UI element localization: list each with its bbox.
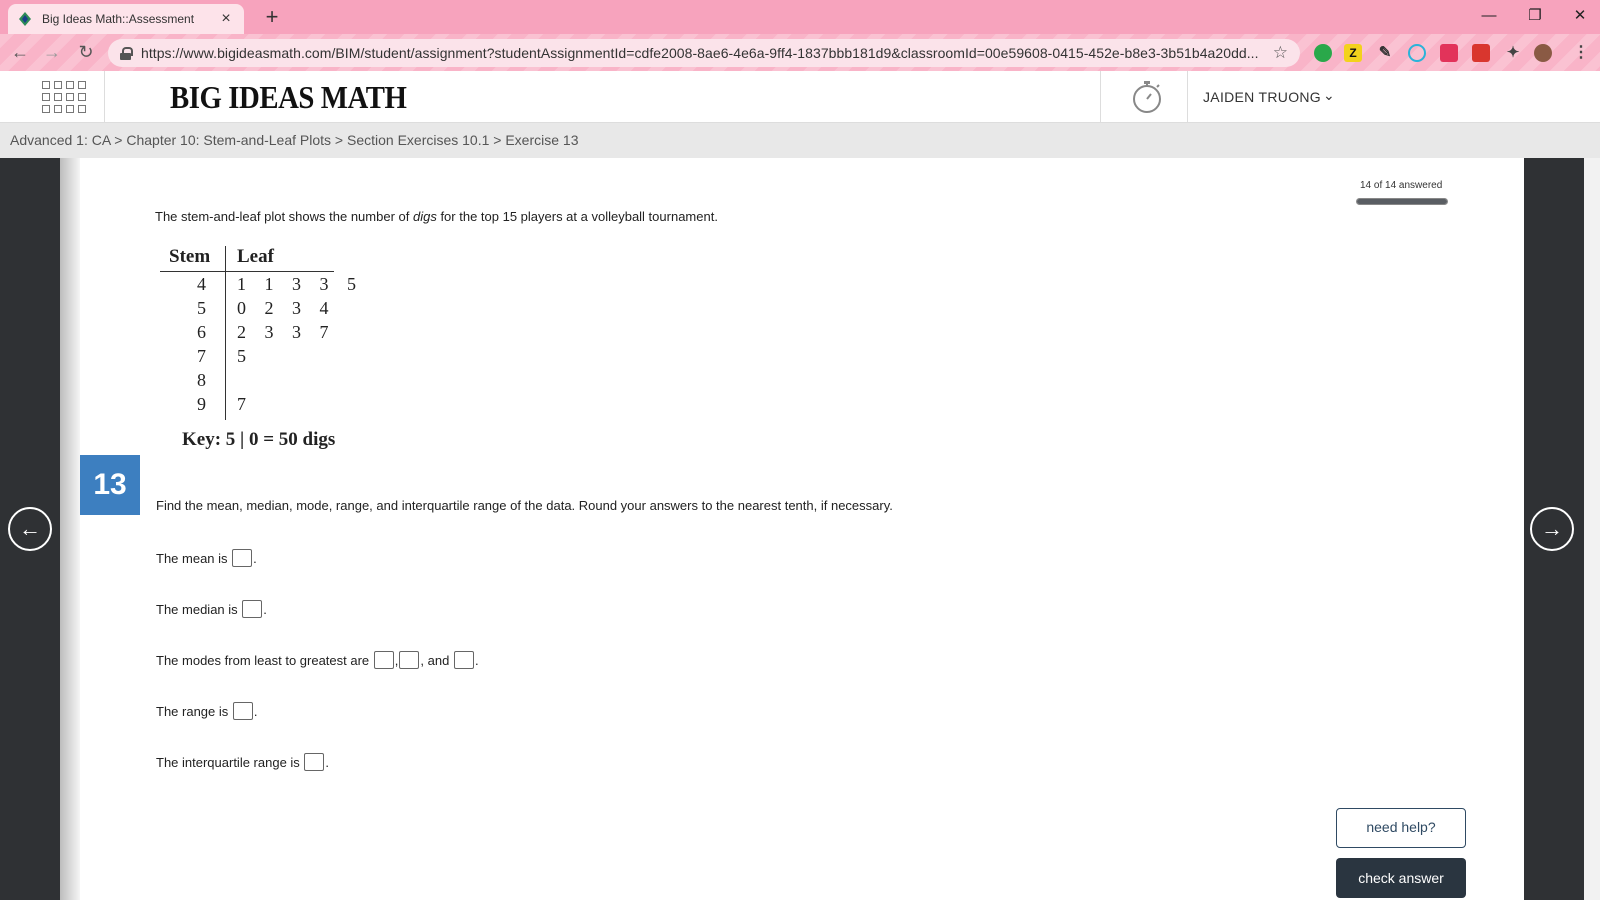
plot-leaves: 7 xyxy=(237,394,253,414)
header-divider xyxy=(1187,71,1188,123)
close-tab-icon[interactable]: × xyxy=(218,11,234,27)
address-bar[interactable]: https://www.bigideasmath.com/BIM/student… xyxy=(108,39,1300,67)
plot-horizontal-rule xyxy=(160,271,334,272)
mode-input-1[interactable] xyxy=(373,651,394,669)
extension-red-stripes-icon[interactable] xyxy=(1472,44,1490,62)
plot-stem: 5 xyxy=(197,298,206,318)
extension-pencil-icon[interactable]: ✎ xyxy=(1376,44,1394,62)
plot-row: 7 5 xyxy=(158,346,498,370)
close-window-icon[interactable]: ✕ xyxy=(1565,4,1595,28)
leaf-header: Leaf xyxy=(237,246,274,267)
user-name-menu[interactable]: JAIDEN TRUONG xyxy=(1203,89,1321,105)
stem-header: Stem xyxy=(169,246,211,267)
stopwatch-timer-icon[interactable] xyxy=(1130,79,1164,115)
plot-row: 6 2 3 3 7 xyxy=(158,322,498,346)
median-input[interactable] xyxy=(242,600,263,618)
question-prompt: Find the mean, median, mode, range, and … xyxy=(156,498,893,513)
browser-menu-kebab-icon[interactable]: ⋮ xyxy=(1572,44,1590,62)
plot-stem: 4 xyxy=(197,274,206,294)
previous-question-arrow-icon[interactable]: ← xyxy=(8,507,52,551)
extension-red-grid-icon[interactable] xyxy=(1440,44,1458,62)
browser-tab-bar: Big Ideas Math::Assessment × + — ❐ ✕ xyxy=(0,0,1600,34)
progress-bar-fill xyxy=(1357,199,1447,204)
header-divider xyxy=(1100,71,1101,123)
breadcrumb[interactable]: Advanced 1: CA > Chapter 10: Stem-and-Le… xyxy=(10,132,578,148)
url-text[interactable]: https://www.bigideasmath.com/BIM/student… xyxy=(141,45,1265,61)
extensions-puzzle-icon[interactable]: ✦ xyxy=(1504,44,1522,62)
extension-z-icon[interactable]: Z xyxy=(1344,44,1362,62)
range-answer-line: The range is . xyxy=(156,702,258,720)
plot-leaves: 2 3 3 7 xyxy=(237,322,336,342)
app-grid-menu-icon[interactable] xyxy=(42,81,86,113)
tab-title: Big Ideas Math::Assessment xyxy=(42,12,195,26)
next-question-arrow-icon[interactable]: → xyxy=(1530,507,1574,551)
progress-label: 14 of 14 answered xyxy=(1360,180,1443,191)
reload-icon[interactable]: ↻ xyxy=(74,40,98,64)
need-help-button[interactable]: need help? xyxy=(1336,808,1466,848)
plot-row: 5 0 2 3 4 xyxy=(158,298,498,322)
mode-input-2[interactable] xyxy=(399,651,420,669)
question-intro: The stem-and-leaf plot shows the number … xyxy=(155,209,718,224)
plot-row: 9 7 xyxy=(158,394,498,418)
question-number-badge: 13 xyxy=(80,455,140,515)
new-tab-plus-icon[interactable]: + xyxy=(260,4,284,30)
plot-key: Key: 5 | 0 = 50 digs xyxy=(182,429,336,450)
plot-row: 4 1 1 3 3 5 xyxy=(158,274,498,298)
forward-arrow-icon[interactable]: → xyxy=(40,40,64,64)
question-panel xyxy=(80,158,1504,900)
breadcrumb-bar: Advanced 1: CA > Chapter 10: Stem-and-Le… xyxy=(0,123,1600,158)
browser-toolbar: ← → ↻ https://www.bigideasmath.com/BIM/s… xyxy=(0,34,1600,71)
profile-avatar[interactable] xyxy=(1534,44,1552,62)
site-header: BIG IDEAS MATH JAIDEN TRUONG ⌄ xyxy=(0,71,1600,123)
plot-stem: 6 xyxy=(197,322,206,342)
range-input[interactable] xyxy=(232,702,253,720)
right-edge xyxy=(1584,158,1600,900)
extension-ring-icon[interactable] xyxy=(1408,44,1426,62)
mean-input[interactable] xyxy=(232,549,253,567)
header-divider xyxy=(104,71,105,123)
iqr-input[interactable] xyxy=(304,753,325,771)
back-arrow-icon[interactable]: ← xyxy=(8,40,32,64)
plot-stem: 9 xyxy=(197,394,206,414)
plot-leaves: 0 2 3 4 xyxy=(237,298,336,318)
rail-shadow xyxy=(60,158,80,900)
median-answer-line: The median is . xyxy=(156,600,267,618)
restore-window-icon[interactable]: ❐ xyxy=(1520,4,1550,28)
plot-leaves: 5 xyxy=(237,346,253,366)
bookmark-star-icon[interactable]: ☆ xyxy=(1273,43,1288,63)
plot-leaves: 1 1 3 3 5 xyxy=(237,274,363,294)
big-ideas-math-logo[interactable]: BIG IDEAS MATH xyxy=(170,79,407,116)
plot-stem: 7 xyxy=(197,346,206,366)
iqr-answer-line: The interquartile range is . xyxy=(156,753,330,771)
progress-bar xyxy=(1356,198,1448,205)
browser-tab[interactable]: Big Ideas Math::Assessment × xyxy=(8,4,244,34)
plot-stem: 8 xyxy=(197,370,206,390)
plot-row: 8 xyxy=(158,370,498,394)
extension-green-circle-icon[interactable] xyxy=(1314,44,1332,62)
minimize-window-icon[interactable]: — xyxy=(1474,4,1504,28)
check-answer-button[interactable]: check answer xyxy=(1336,858,1466,898)
big-ideas-favicon-icon xyxy=(19,12,31,26)
mean-answer-line: The mean is . xyxy=(156,549,257,567)
chevron-down-icon[interactable]: ⌄ xyxy=(1323,87,1335,104)
modes-answer-line: The modes from least to greatest are ,, … xyxy=(156,651,479,669)
lock-icon xyxy=(120,46,133,60)
mode-input-3[interactable] xyxy=(453,651,474,669)
